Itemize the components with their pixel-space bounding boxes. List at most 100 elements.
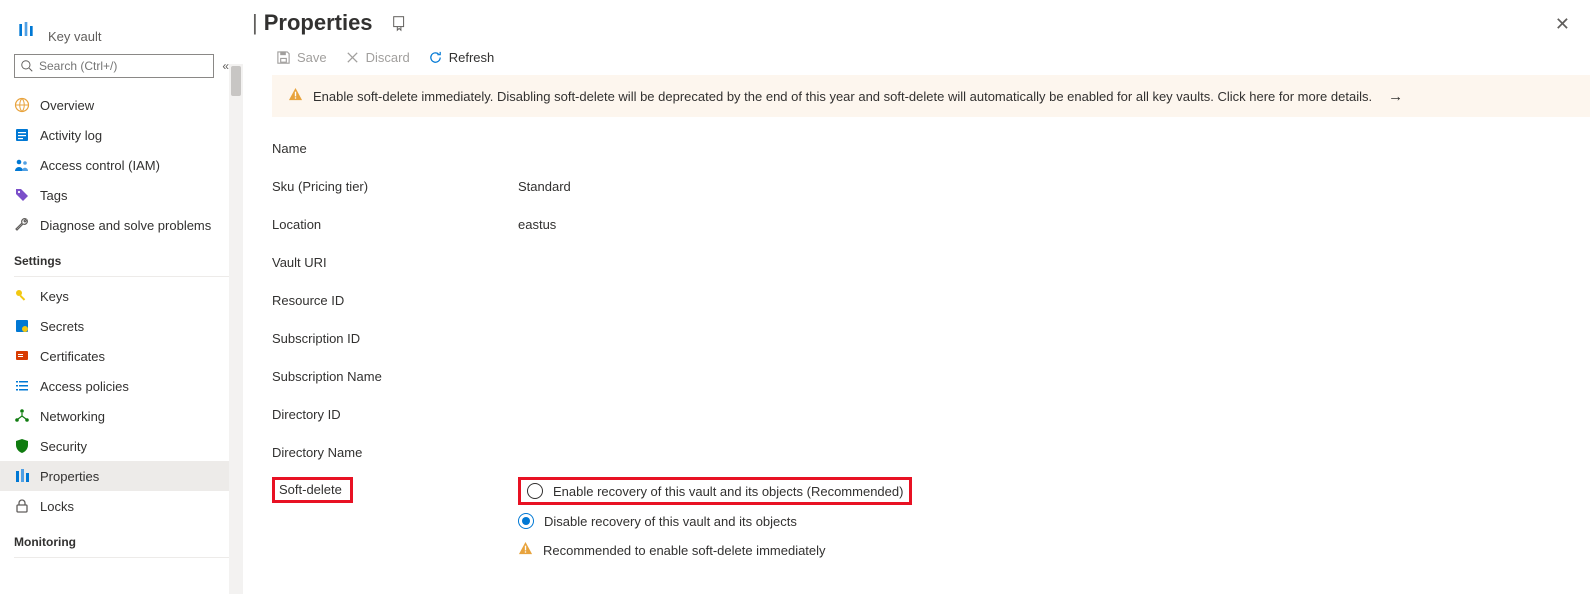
refresh-icon <box>428 50 443 65</box>
discard-button[interactable]: Discard <box>345 50 410 65</box>
sidebar-search-field[interactable] <box>39 59 207 73</box>
warning-banner[interactable]: Enable soft-delete immediately. Disablin… <box>272 75 1590 117</box>
banner-text: Enable soft-delete immediately. Disablin… <box>313 89 1372 104</box>
prop-label: Location <box>272 217 518 232</box>
sidebar-item-properties[interactable]: Properties <box>0 461 243 491</box>
nav-label: Keys <box>40 289 69 304</box>
nav-label: Access policies <box>40 379 129 394</box>
save-icon <box>276 50 291 65</box>
sidebar-item-access-policies[interactable]: Access policies <box>0 371 243 401</box>
pin-icon[interactable] <box>391 14 409 32</box>
prop-label: Directory Name <box>272 445 518 460</box>
prop-label: Resource ID <box>272 293 518 308</box>
certificate-icon <box>14 348 30 364</box>
radio-icon-checked <box>518 513 534 529</box>
prop-row-directory-name: Directory Name <box>272 433 1590 471</box>
sidebar-item-security[interactable]: Security <box>0 431 243 461</box>
divider <box>14 276 229 277</box>
warning-icon <box>288 87 303 105</box>
nav-label: Locks <box>40 499 74 514</box>
softdelete-radio-group: Enable recovery of this vault and its ob… <box>518 477 912 559</box>
nav-label: Overview <box>40 98 94 113</box>
shield-icon <box>14 438 30 454</box>
globe-icon <box>14 97 30 113</box>
nav-label: Activity log <box>40 128 102 143</box>
sidebar-item-secrets[interactable]: Secrets <box>0 311 243 341</box>
close-icon[interactable]: ✕ <box>1555 14 1570 35</box>
sidebar-item-locks[interactable]: Locks <box>0 491 243 521</box>
nav-label: Properties <box>40 469 99 484</box>
prop-row-location: Location eastus <box>272 205 1590 243</box>
sidebar-item-activity-log[interactable]: Activity log <box>0 120 243 150</box>
section-heading-settings: Settings <box>0 240 243 274</box>
prop-row-directory-id: Directory ID <box>272 395 1590 433</box>
nav-label: Access control (IAM) <box>40 158 160 173</box>
wrench-icon <box>14 217 30 233</box>
sidebar-item-certificates[interactable]: Certificates <box>0 341 243 371</box>
prop-label: Directory ID <box>272 407 518 422</box>
scrollbar-thumb[interactable] <box>231 66 241 96</box>
prop-row-name: Name <box>272 129 1590 167</box>
prop-label: Subscription Name <box>272 369 518 384</box>
section-heading-monitoring: Monitoring <box>0 521 243 555</box>
prop-label: Sku (Pricing tier) <box>272 179 518 194</box>
collapse-sidebar-icon[interactable]: « <box>222 59 229 73</box>
sidebar-item-access-control[interactable]: Access control (IAM) <box>0 150 243 180</box>
sidebar-item-keys[interactable]: Keys <box>0 281 243 311</box>
page-title: Properties <box>264 10 373 36</box>
property-list: Name Sku (Pricing tier) Standard Locatio… <box>252 125 1590 559</box>
toolbar: Save Discard Refresh <box>252 42 1590 75</box>
prop-value: Standard <box>518 179 571 194</box>
warning-icon <box>518 541 533 559</box>
list-icon <box>14 378 30 394</box>
sidebar-search-input[interactable] <box>14 54 214 78</box>
sidebar-item-tags[interactable]: Tags <box>0 180 243 210</box>
secret-icon <box>14 318 30 334</box>
nav-label: Networking <box>40 409 105 424</box>
nav-label: Security <box>40 439 87 454</box>
nav-label: Diagnose and solve problems <box>40 218 211 233</box>
prop-row-subscription-name: Subscription Name <box>272 357 1590 395</box>
prop-row-sku: Sku (Pricing tier) Standard <box>272 167 1590 205</box>
prop-value: eastus <box>518 217 556 232</box>
prop-label: Name <box>272 141 518 156</box>
search-icon <box>21 60 33 72</box>
sidebar-nav: Overview Activity log Access control (IA… <box>0 88 243 558</box>
radio-enable-recovery[interactable]: Enable recovery of this vault and its ob… <box>527 483 903 499</box>
people-icon <box>14 157 30 173</box>
nav-label: Secrets <box>40 319 84 334</box>
highlight-softdelete-label: Soft-delete <box>272 477 353 503</box>
radio-label: Enable recovery of this vault and its ob… <box>553 484 903 499</box>
highlight-softdelete-enable: Enable recovery of this vault and its ob… <box>518 477 912 505</box>
tag-icon <box>14 187 30 203</box>
arrow-right-icon: → <box>1388 88 1403 105</box>
radio-icon <box>527 483 543 499</box>
properties-icon <box>14 468 30 484</box>
save-button[interactable]: Save <box>276 50 327 65</box>
sidebar-item-networking[interactable]: Networking <box>0 401 243 431</box>
softdelete-recommendation: Recommended to enable soft-delete immedi… <box>518 541 912 559</box>
sidebar-item-overview[interactable]: Overview <box>0 90 243 120</box>
lock-icon <box>14 498 30 514</box>
network-icon <box>14 408 30 424</box>
prop-row-vault-uri: Vault URI <box>272 243 1590 281</box>
radio-label: Disable recovery of this vault and its o… <box>544 514 797 529</box>
prop-row-softdelete: Soft-delete Enable recovery of this vaul… <box>272 471 1590 559</box>
nav-label: Certificates <box>40 349 105 364</box>
resource-type-label: Key vault <box>48 29 101 44</box>
sidebar-scrollbar[interactable] <box>229 64 243 594</box>
page-header: | Properties <box>252 0 1590 42</box>
key-icon <box>14 288 30 304</box>
sidebar-item-diagnose[interactable]: Diagnose and solve problems <box>0 210 243 240</box>
refresh-button[interactable]: Refresh <box>428 50 495 65</box>
title-separator: | <box>252 10 258 36</box>
nav-label: Tags <box>40 188 67 203</box>
key-vault-icon <box>14 18 38 42</box>
radio-disable-recovery[interactable]: Disable recovery of this vault and its o… <box>518 513 912 529</box>
prop-label-softdelete: Soft-delete <box>272 477 518 503</box>
divider <box>14 557 229 558</box>
prop-row-resource-id: Resource ID <box>272 281 1590 319</box>
sidebar-header: Key vault <box>0 0 243 50</box>
prop-label: Vault URI <box>272 255 518 270</box>
discard-label: Discard <box>366 50 410 65</box>
